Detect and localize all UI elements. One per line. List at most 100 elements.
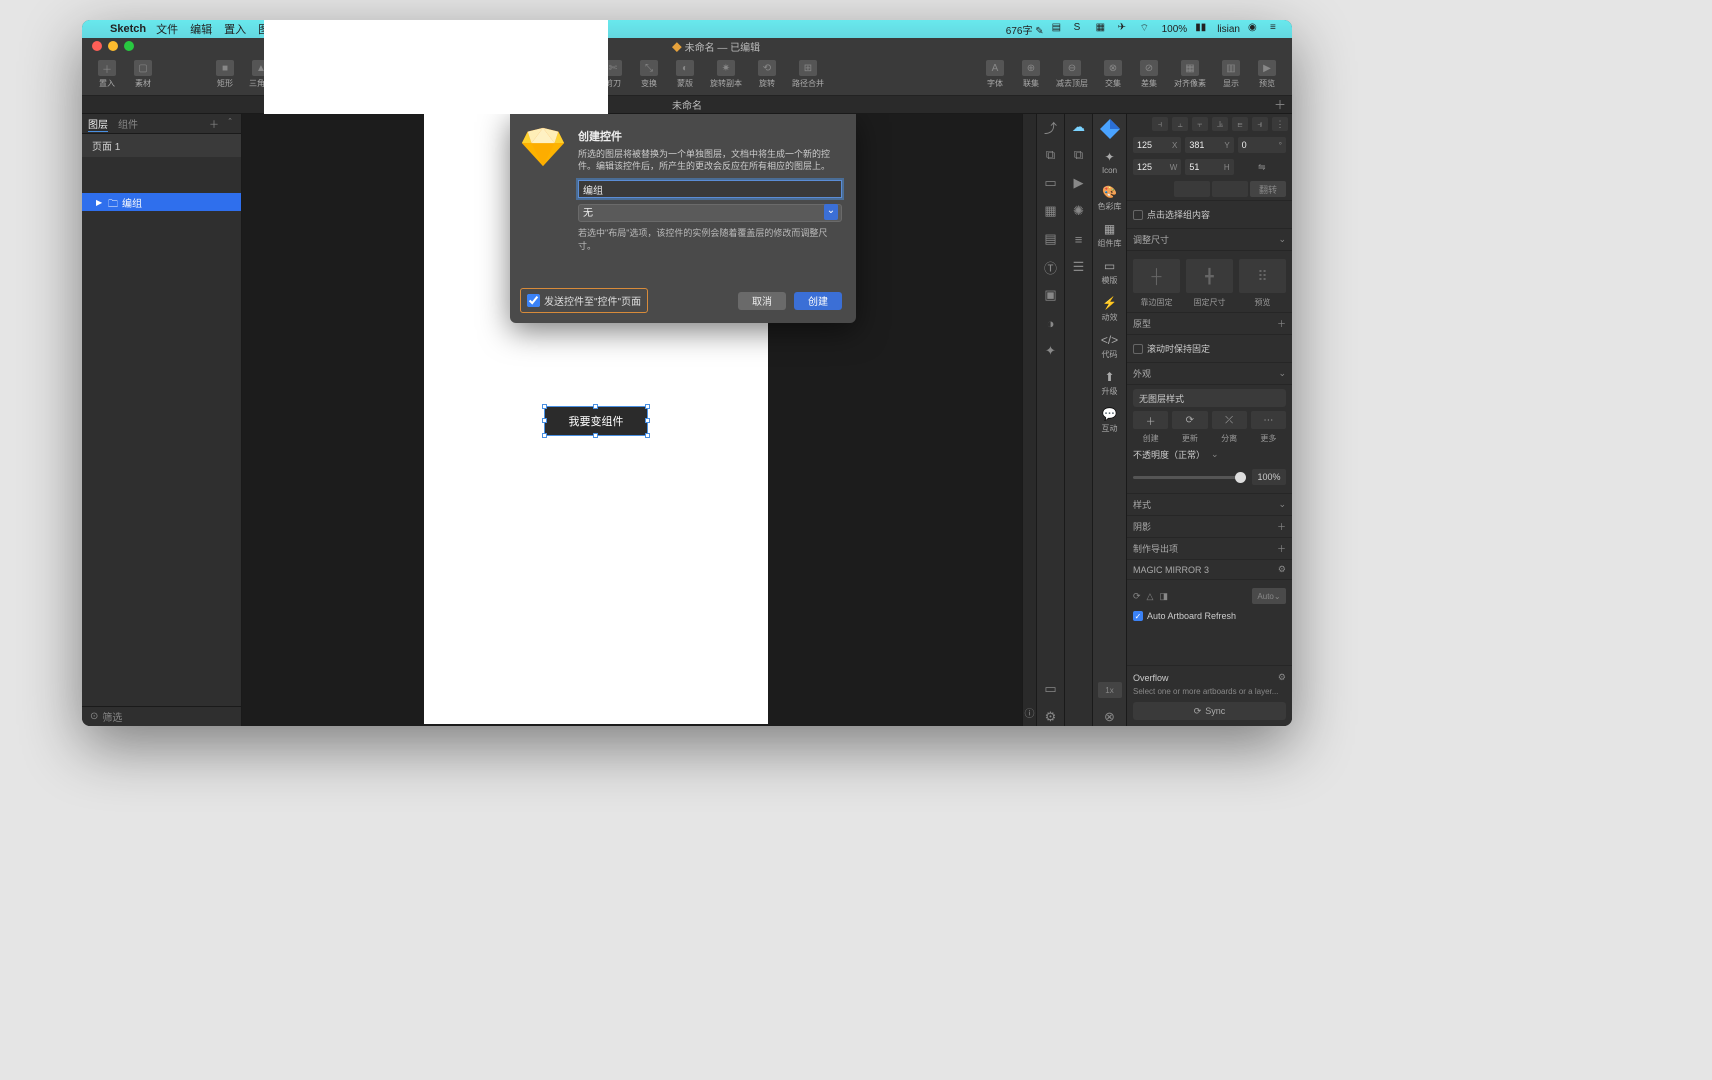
strip-icon-export[interactable]: ⤴ (1042, 118, 1060, 136)
menubar-chat-icon[interactable]: ▤ (1052, 22, 1066, 36)
strip-icon-layout[interactable]: ▤ (1042, 230, 1060, 248)
toolbar-subtract[interactable]: ⊖减去顶层 (1050, 57, 1094, 93)
select-group-contents-checkbox[interactable]: 点击选择组内容 (1133, 205, 1286, 224)
resize-handle[interactable] (645, 433, 650, 438)
filter-label[interactable]: 筛选 (102, 709, 122, 724)
distribute-icon[interactable]: ⋮ (1272, 117, 1288, 131)
plugin-scale[interactable]: 1x (1098, 682, 1122, 698)
h-input[interactable]: 51H (1185, 159, 1233, 175)
window-close-button[interactable] (92, 41, 102, 51)
strip-icon-stack[interactable]: ☰ (1070, 258, 1088, 276)
resize-handle[interactable] (645, 404, 650, 409)
style-section-header[interactable]: 样式⌄ (1127, 493, 1292, 515)
mm-auto-select[interactable]: Auto ⌄ (1252, 588, 1286, 604)
menubar-battery[interactable]: 100% (1162, 24, 1188, 35)
gear-icon[interactable]: ⚙ (1278, 564, 1286, 575)
new-tab-button[interactable]: ＋ (1274, 96, 1286, 113)
w-input[interactable]: 125W (1133, 159, 1181, 175)
menu-insert[interactable]: 置入 (224, 21, 246, 37)
strip-icon-library[interactable]: ▭ (1042, 680, 1060, 698)
cancel-button[interactable]: 取消 (738, 292, 786, 310)
resize-handle[interactable] (593, 404, 598, 409)
resize-handle[interactable] (542, 404, 547, 409)
tab-components[interactable]: 组件 (118, 116, 138, 131)
layer-row-selected[interactable]: ▶ 🗀 编组 (82, 193, 241, 211)
toolbar-union[interactable]: ⊕联集 (1014, 57, 1048, 93)
window-zoom-button[interactable] (124, 41, 134, 51)
toolbar-difference[interactable]: ⊘差集 (1132, 57, 1166, 93)
plugin-close-icon[interactable]: ⊗ (1101, 708, 1119, 726)
resize-section-header[interactable]: 调整尺寸⌄ (1127, 228, 1292, 250)
y-input[interactable]: 381Y (1185, 137, 1233, 153)
export-section-header[interactable]: 制作导出项＋ (1127, 537, 1292, 559)
canvas[interactable]: 我要变组件 (242, 114, 1022, 726)
strip-icon-grid[interactable]: ▦ (1042, 202, 1060, 220)
resize-handle[interactable] (645, 418, 650, 423)
style-update-button[interactable]: ⟳ (1172, 411, 1207, 429)
selected-group[interactable]: 我要变组件 (544, 406, 648, 436)
tab-layers[interactable]: 图层 (88, 116, 108, 132)
strip-icon-cloud[interactable]: ☁ (1070, 118, 1088, 136)
plugin-icon[interactable]: ✦Icon (1102, 150, 1117, 175)
strip-icon-play[interactable]: ▶ (1070, 174, 1088, 192)
mm-rotate-icon[interactable]: ⟳ (1133, 591, 1141, 602)
menubar-grid-icon[interactable]: ▦ (1096, 22, 1110, 36)
window-minimize-button[interactable] (108, 41, 118, 51)
strip-icon-burst[interactable]: ✺ (1070, 202, 1088, 220)
toolbar-rect[interactable]: ■矩形 (208, 57, 242, 93)
menubar-s-icon[interactable]: S (1074, 22, 1088, 36)
toolbar-transform[interactable]: ⤡变换 (632, 57, 666, 93)
menubar-wifi-icon[interactable]: ⌔ (1140, 22, 1154, 36)
toolbar-intersect[interactable]: ⊗交集 (1096, 57, 1130, 93)
add-page-icon[interactable]: ＋ (209, 116, 219, 131)
auto-artboard-refresh-checkbox[interactable]: ✓Auto Artboard Refresh (1133, 608, 1286, 624)
fix-on-scroll-checkbox[interactable]: 滚动时保持固定 (1133, 339, 1286, 358)
menubar-user[interactable]: lisian (1217, 24, 1240, 35)
resize-handle[interactable] (542, 433, 547, 438)
plugin-colors[interactable]: 🎨色彩库 (1098, 185, 1122, 212)
flip-label[interactable]: 翻转 (1250, 181, 1286, 197)
strip-icon-sparkle[interactable]: ✦ (1042, 342, 1060, 360)
resize-handle[interactable] (542, 418, 547, 423)
menu-edit[interactable]: 编辑 (190, 21, 212, 37)
opacity-slider[interactable] (1133, 476, 1246, 479)
opacity-value[interactable]: 100% (1252, 469, 1286, 485)
strip-icon-data[interactable]: ≡ (1070, 230, 1088, 248)
style-detach-button[interactable]: ⤫ (1212, 411, 1247, 429)
document-tab[interactable]: 未命名 (672, 97, 702, 112)
menubar-list-icon[interactable]: ≡ (1270, 22, 1284, 36)
resize-handle[interactable] (593, 433, 598, 438)
plugin-symbols[interactable]: ▦组件库 (1098, 222, 1122, 249)
overflow-settings-icon[interactable]: ⚙ (1278, 672, 1286, 683)
align-top-icon[interactable]: ⫡ (1212, 117, 1228, 131)
menubar-siri-icon[interactable]: ◉ (1248, 22, 1262, 36)
toolbar-preview[interactable]: ▶预览 (1250, 57, 1284, 93)
plugin-interact[interactable]: 💬互动 (1102, 407, 1118, 434)
toolbar-assets[interactable]: ▢素材 (126, 57, 160, 93)
toolbar-rotate-copies[interactable]: ✷旋转副本 (704, 57, 748, 93)
menubar-wordcount[interactable]: 676字 ✎ (1006, 22, 1044, 37)
app-name[interactable]: Sketch (110, 23, 146, 35)
strip-icon-align[interactable]: ▭ (1042, 174, 1060, 192)
toolbar-pixel-fit[interactable]: ▦对齐像素 (1168, 57, 1212, 93)
opacity-label[interactable]: 不透明度（正常） (1133, 448, 1205, 461)
toolbar-insert[interactable]: ＋置入 (90, 57, 124, 93)
strip-icon-palette[interactable]: ◑ (1042, 314, 1060, 332)
appearance-section-header[interactable]: 外观⌄ (1127, 362, 1292, 384)
toolbar-mask[interactable]: ◐蒙版 (668, 57, 702, 93)
align-hcenter-icon[interactable]: ⫠ (1172, 117, 1188, 131)
fix-size-control[interactable]: ╋ (1186, 259, 1233, 293)
disclosure-icon[interactable]: ▶ (96, 198, 104, 207)
pin-edges-control[interactable]: ┼ (1133, 259, 1180, 293)
plugin-motion[interactable]: ⚡动效 (1102, 296, 1118, 323)
x-input[interactable]: 125X (1133, 137, 1181, 153)
sync-button[interactable]: ⟳ Sync (1133, 702, 1286, 720)
shadow-section-header[interactable]: 阴影＋ (1127, 515, 1292, 537)
strip-icon-copy[interactable]: ⧉ (1070, 146, 1088, 164)
collapse-pages-icon[interactable]: ＾ (225, 116, 235, 131)
menubar-plane-icon[interactable]: ✈ (1118, 22, 1132, 36)
strip-icon-text[interactable]: Ⓣ (1042, 258, 1060, 276)
menu-file[interactable]: 文件 (156, 21, 178, 37)
style-create-button[interactable]: ＋ (1133, 411, 1168, 429)
align-left-icon[interactable]: ⫞ (1152, 117, 1168, 131)
